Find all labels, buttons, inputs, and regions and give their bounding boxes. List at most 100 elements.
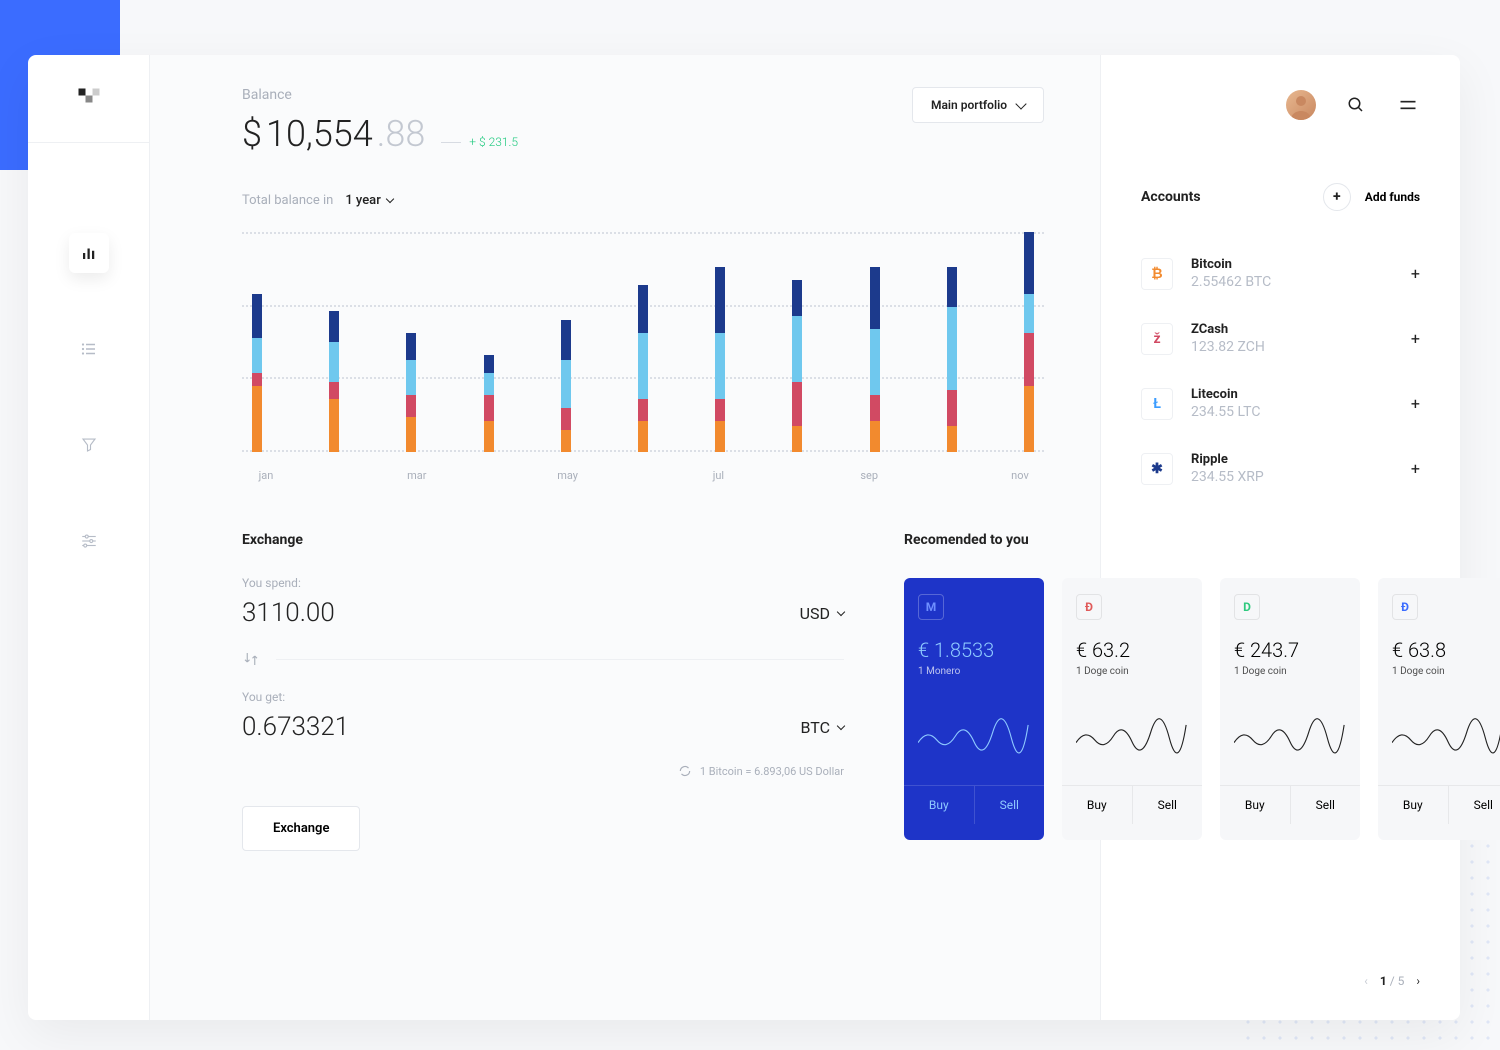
portfolio-dropdown[interactable]: Main portfolio: [912, 87, 1044, 123]
get-value[interactable]: 0.673321: [242, 712, 349, 742]
accounts-list: ₿ Bitcoin 2.55462 BTC + ž ZCash 123.82 Z…: [1141, 241, 1420, 501]
price-card[interactable]: Ð € 63.2 1 Doge coin Buy Sell: [1062, 578, 1202, 840]
top-right-bar: [1141, 87, 1420, 123]
price-card[interactable]: D € 243.7 1 Doge coin Buy Sell: [1220, 578, 1360, 840]
card-sub: 1 Doge coin: [1392, 666, 1500, 677]
chevron-down-icon: [1015, 98, 1026, 109]
balance-decimal: .88: [377, 113, 426, 155]
chart-bar: [406, 333, 416, 452]
coin-badge: Ð: [1392, 594, 1418, 620]
sell-button[interactable]: Sell: [1449, 786, 1500, 824]
sell-button[interactable]: Sell: [1133, 786, 1203, 824]
get-currency-label: BTC: [801, 718, 831, 737]
card-sub: 1 Doge coin: [1234, 666, 1346, 677]
rate-text: 1 Bitcoin = 6.893,06 US Dollar: [700, 765, 844, 778]
sidebar-item-filter[interactable]: [69, 425, 109, 465]
exchange-title: Exchange: [242, 532, 844, 548]
sliders-icon: [80, 532, 98, 550]
sidebar-item-list[interactable]: [69, 329, 109, 369]
portfolio-dropdown-label: Main portfolio: [931, 98, 1007, 112]
exchange-panel: Exchange You spend: 3110.00 USD You get:: [242, 532, 844, 851]
buy-button[interactable]: Buy: [1220, 786, 1291, 824]
accounts-header: Accounts + Add funds: [1141, 183, 1420, 211]
spend-currency-label: USD: [800, 604, 830, 623]
lower-section: Exchange You spend: 3110.00 USD You get:: [242, 532, 1044, 851]
buy-button[interactable]: Buy: [1378, 786, 1449, 824]
sparkline: [1234, 691, 1346, 785]
main: Balance $ 10,554.88 + $ 231.5 Main portf…: [150, 55, 1460, 1020]
xaxis-label: nov: [1000, 469, 1040, 482]
app-shell: Balance $ 10,554.88 + $ 231.5 Main portf…: [28, 55, 1460, 1020]
xaxis-label: jan: [246, 469, 286, 482]
add-funds-button[interactable]: + Add funds: [1323, 183, 1420, 211]
coin-icon: ž: [1141, 323, 1173, 355]
refresh-icon: [678, 764, 692, 778]
search-button[interactable]: [1344, 93, 1368, 117]
get-currency-select[interactable]: BTC: [801, 718, 845, 737]
accounts-title: Accounts: [1141, 189, 1201, 205]
chart-bar: [252, 294, 262, 452]
sidebar-item-settings[interactable]: [69, 521, 109, 561]
chevron-down-icon: [837, 721, 845, 729]
period-row: Total balance in 1 year: [242, 193, 1044, 208]
pager-prev[interactable]: ‹: [1364, 974, 1368, 988]
card-price: € 243.7: [1234, 638, 1346, 662]
coin-badge: D: [1234, 594, 1260, 620]
xaxis-label: jul: [698, 469, 738, 482]
recommended-title: Recomended to you: [904, 532, 1044, 548]
period-select[interactable]: 1 year: [345, 193, 392, 208]
exchange-button[interactable]: Exchange: [242, 806, 360, 851]
right-panel: Accounts + Add funds ₿ Bitcoin 2.55462 B…: [1100, 55, 1460, 1020]
coin-badge: Ð: [1076, 594, 1102, 620]
divider: [276, 659, 844, 660]
card-price: € 1.8533: [918, 638, 1030, 662]
xaxis-label: sep: [849, 469, 889, 482]
card-price: € 63.2: [1076, 638, 1188, 662]
sidebar-item-dashboard[interactable]: [69, 233, 109, 273]
avatar[interactable]: [1286, 90, 1316, 120]
chart-bar: [715, 267, 725, 452]
account-row[interactable]: ž ZCash 123.82 ZCH +: [1141, 306, 1420, 371]
account-row[interactable]: ✱ Ripple 234.55 XRP +: [1141, 436, 1420, 501]
buy-button[interactable]: Buy: [1062, 786, 1133, 824]
account-add[interactable]: +: [1411, 394, 1420, 413]
chart-bar: [561, 320, 571, 452]
coin-icon: Ł: [1141, 388, 1173, 420]
chart-bar: [947, 267, 957, 452]
logo[interactable]: [28, 55, 149, 143]
account-row[interactable]: Ł Litecoin 234.55 LTC +: [1141, 371, 1420, 436]
account-value: 234.55 XRP: [1191, 469, 1393, 485]
chart-bar: [638, 285, 648, 452]
account-add[interactable]: +: [1411, 329, 1420, 348]
chevron-down-icon: [386, 195, 394, 203]
spend-label: You spend:: [242, 576, 844, 590]
account-name: Litecoin: [1191, 387, 1393, 402]
sparkline: [1392, 691, 1500, 785]
get-label: You get:: [242, 690, 844, 704]
account-add[interactable]: +: [1411, 459, 1420, 478]
account-name: Bitcoin: [1191, 257, 1393, 272]
card-price: € 63.8: [1392, 638, 1500, 662]
account-row[interactable]: ₿ Bitcoin 2.55462 BTC +: [1141, 241, 1420, 306]
spend-value[interactable]: 3110.00: [242, 598, 335, 628]
sparkline: [918, 691, 1030, 785]
sell-button[interactable]: Sell: [975, 786, 1045, 824]
menu-button[interactable]: [1396, 93, 1420, 117]
swap-icon[interactable]: [242, 650, 260, 668]
content: Balance $ 10,554.88 + $ 231.5 Main portf…: [150, 55, 1100, 1020]
balance-chart: janmarmayjulsepnov: [242, 232, 1044, 482]
chart-bar: [870, 267, 880, 452]
account-value: 123.82 ZCH: [1191, 339, 1393, 355]
total-balance-label: Total balance in: [242, 193, 333, 208]
buy-button[interactable]: Buy: [904, 786, 975, 824]
sparkline: [1076, 691, 1188, 785]
chart-bar: [1024, 232, 1034, 452]
account-add[interactable]: +: [1411, 264, 1420, 283]
price-card[interactable]: Ð € 63.8 1 Doge coin Buy Sell: [1378, 578, 1500, 840]
sell-button[interactable]: Sell: [1291, 786, 1361, 824]
xaxis-label: mar: [397, 469, 437, 482]
list-icon: [80, 340, 98, 358]
spend-currency-select[interactable]: USD: [800, 604, 844, 623]
price-card[interactable]: M € 1.8533 1 Monero Buy Sell: [904, 578, 1044, 840]
pager-next[interactable]: ›: [1416, 974, 1420, 988]
